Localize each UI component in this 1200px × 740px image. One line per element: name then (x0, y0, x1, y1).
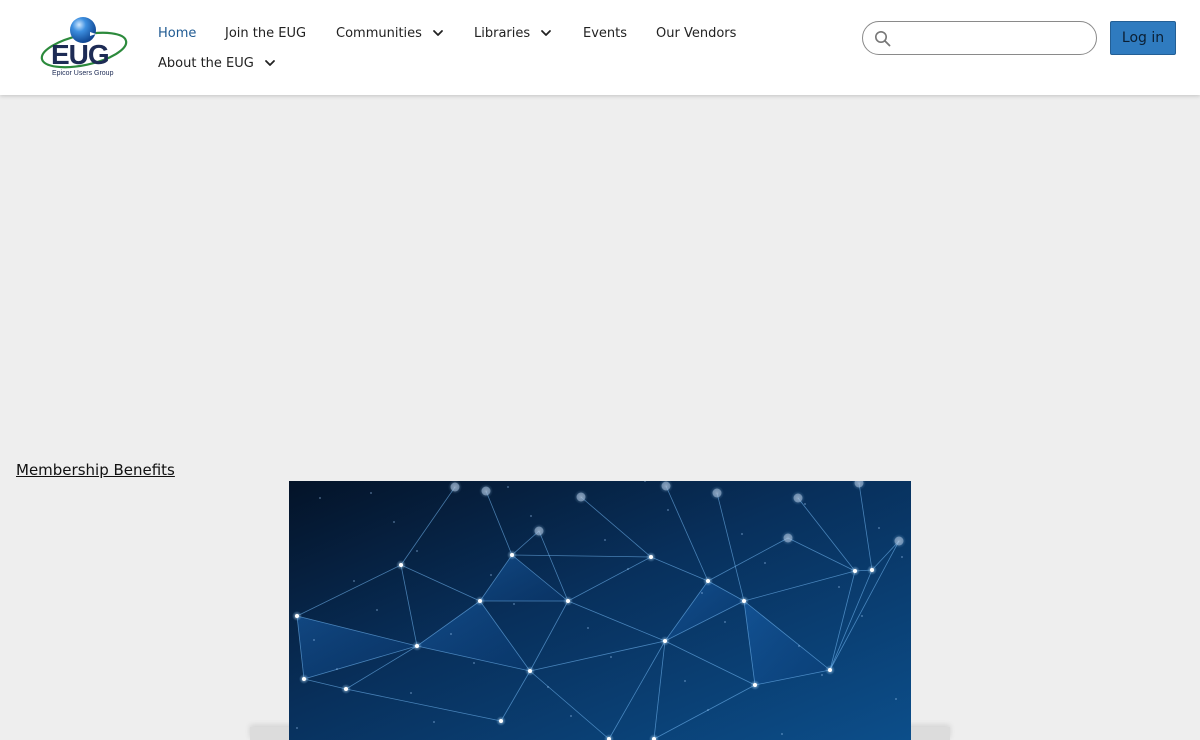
mesh-star (610, 656, 612, 658)
nav-item-join[interactable]: Join the EUG (225, 23, 306, 43)
mesh-star (781, 733, 783, 735)
nav-item-vendors[interactable]: Our Vendors (656, 23, 736, 43)
search-icon (875, 31, 891, 47)
mesh-star (684, 680, 686, 682)
mesh-node (793, 493, 803, 503)
eug-logo[interactable]: EUG Epicor Users Group (38, 14, 130, 82)
mesh-star (701, 592, 703, 594)
mesh-node (478, 599, 482, 603)
mesh-star (336, 668, 338, 670)
mesh-star (473, 662, 475, 664)
mesh-star (370, 492, 372, 494)
mesh-star (741, 533, 743, 535)
search-input[interactable] (895, 26, 1090, 50)
mesh-node (566, 599, 570, 603)
mesh-star (376, 609, 378, 611)
mesh-node (853, 569, 857, 573)
search-box[interactable] (862, 21, 1097, 55)
mesh-node (302, 677, 306, 681)
mesh-star (838, 586, 840, 588)
membership-benefits-link[interactable]: Membership Benefits (16, 461, 175, 479)
mesh-star (707, 709, 709, 711)
mesh-node (649, 555, 653, 559)
site-header: EUG Epicor Users Group Home Join the EUG… (0, 0, 1200, 95)
mesh-node (753, 683, 757, 687)
mesh-star (296, 727, 298, 729)
nav-item-home[interactable]: Home (158, 23, 196, 43)
mesh-star (416, 550, 418, 552)
nav-item-label: Our Vendors (656, 25, 737, 41)
logo-subtext: Epicor Users Group (52, 70, 114, 77)
nav-item-label: Events (583, 25, 628, 41)
mesh-star (353, 580, 355, 582)
mesh-star (764, 562, 766, 564)
nav-item-label: Communities (336, 25, 422, 41)
mesh-node (450, 482, 460, 492)
chevron-down-icon (264, 60, 275, 66)
mesh-star (587, 627, 589, 629)
network-mesh-graphic (289, 481, 911, 740)
nav-item-label: Join the EUG (225, 25, 307, 41)
mesh-star (798, 645, 800, 647)
mesh-star (627, 568, 629, 570)
chevron-down-icon (541, 30, 552, 36)
mesh-star (547, 686, 549, 688)
network-hero-image (289, 481, 911, 740)
mesh-star (450, 633, 452, 635)
mesh-star (433, 721, 435, 723)
mesh-node (661, 481, 671, 491)
mesh-node (510, 553, 514, 557)
mesh-star (901, 556, 903, 558)
mesh-node (742, 599, 746, 603)
mesh-star (313, 639, 315, 641)
mesh-node (894, 536, 904, 546)
mesh-star (895, 698, 897, 700)
nav-item-libraries[interactable]: Libraries (474, 23, 553, 43)
mesh-star (507, 486, 509, 488)
mesh-node (399, 563, 403, 567)
mesh-star (513, 603, 515, 605)
nav-item-label: Home (158, 25, 197, 41)
mesh-star (530, 515, 532, 517)
mesh-star (821, 674, 823, 676)
nav-item-events[interactable]: Events (583, 23, 627, 43)
chevron-down-icon (433, 30, 443, 36)
mesh-node (528, 669, 532, 673)
nav-item-label: About the EUG (158, 55, 254, 71)
mesh-node (576, 492, 586, 502)
mesh-star (490, 574, 492, 576)
mesh-node (481, 486, 491, 496)
mesh-star (393, 521, 395, 523)
mesh-node (663, 639, 667, 643)
mesh-node (870, 568, 874, 572)
mesh-star (319, 497, 321, 499)
mesh-star (878, 527, 880, 529)
mesh-node (415, 644, 419, 648)
mesh-node (295, 614, 299, 618)
mesh-star (667, 509, 669, 511)
mesh-node (712, 488, 722, 498)
mesh-node (783, 533, 793, 543)
nav-item-label: Libraries (474, 25, 531, 41)
mesh-star (804, 503, 806, 505)
mesh-node (706, 579, 710, 583)
nav-item-about[interactable]: About the EUG (158, 53, 277, 73)
mesh-star (570, 715, 572, 717)
mesh-star (604, 539, 606, 541)
mesh-node (534, 526, 544, 536)
login-button[interactable]: Log in (1110, 21, 1176, 55)
mesh-star (410, 692, 412, 694)
mesh-node (828, 668, 832, 672)
mesh-star (724, 621, 726, 623)
mesh-node (344, 687, 348, 691)
logo-text: EUG (51, 39, 110, 70)
mesh-star (861, 615, 863, 617)
mesh-node (499, 719, 503, 723)
nav-item-communities[interactable]: Communities (336, 23, 445, 43)
